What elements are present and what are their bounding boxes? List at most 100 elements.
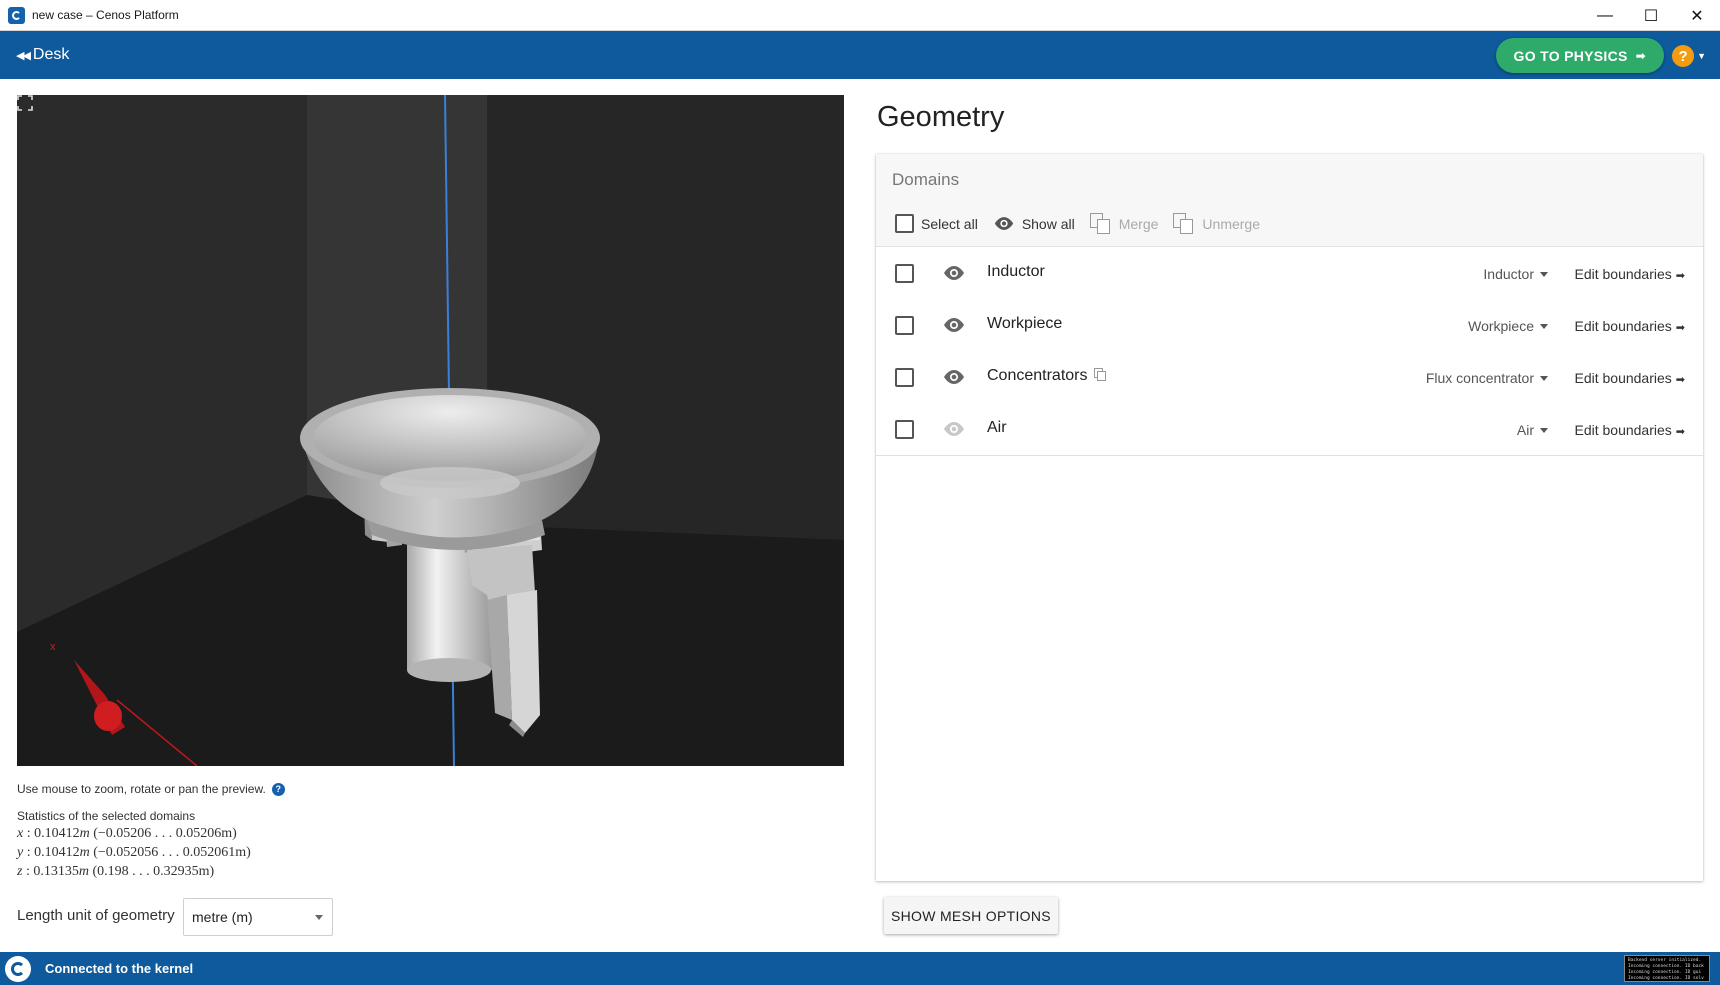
geometry-3d-viewport[interactable]: x — [17, 95, 844, 766]
window-titlebar: new case – Cenos Platform — ☐ ✕ — [0, 0, 1720, 31]
stat-z-unit: m — [78, 864, 89, 879]
domain-name: Workpiece — [987, 315, 1063, 332]
app-header: ◀◀ Desk GO TO PHYSICS ➡ ? ▼ — [0, 31, 1720, 79]
stat-x: x : 0.10412m (−0.05206 . . . 0.05206m) — [17, 826, 237, 841]
stat-y-unit: m — [79, 845, 90, 860]
domain-name: Concentrators — [987, 367, 1088, 384]
eye-icon[interactable] — [942, 369, 966, 385]
caret-down-icon — [1540, 323, 1548, 329]
help-icon: ? — [1672, 45, 1695, 67]
length-unit-label: Length unit of geometry — [17, 907, 175, 924]
unmerge-label: Unmerge — [1202, 215, 1261, 232]
domain-type-select[interactable]: Flux concentrator — [1426, 370, 1548, 386]
viewport-hint-text: Use mouse to zoom, rotate or pan the pre… — [17, 782, 266, 796]
window-title: new case – Cenos Platform — [32, 8, 179, 22]
console-line: Incoming connection. ID solv — [1628, 976, 1704, 981]
arrow-right-icon: ➡ — [1675, 270, 1685, 282]
caret-down-icon — [315, 915, 323, 920]
domain-checkbox[interactable] — [895, 420, 914, 439]
length-unit-select[interactable]: metre (m) — [183, 898, 333, 936]
domain-type-select[interactable]: Air — [1517, 422, 1548, 438]
domain-row-inductor[interactable]: Inductor Inductor Edit boundaries ➡ — [876, 247, 1703, 299]
edit-boundaries-label: Edit boundaries — [1574, 422, 1672, 438]
stat-z-length: 0.13135 — [33, 864, 79, 879]
status-bar: Connected to the kernel Backend server i… — [0, 952, 1720, 985]
cenos-app-icon — [8, 6, 25, 24]
eye-icon[interactable] — [942, 421, 966, 437]
merge-label: Merge — [1118, 215, 1159, 232]
scene-canvas: x — [17, 95, 844, 766]
select-all-button[interactable]: Select all — [895, 214, 978, 233]
caret-down-icon — [1540, 427, 1548, 433]
domain-row-concentrators[interactable]: Concentrators Flux concentrator Edit bou… — [876, 351, 1703, 403]
eye-icon[interactable] — [942, 317, 966, 333]
stat-x-axis: x — [17, 826, 24, 841]
domain-type-label: Inductor — [1483, 266, 1534, 282]
length-unit-value: metre (m) — [192, 909, 253, 925]
stat-z-range: (0.198 . . . 0.32935m) — [92, 864, 215, 879]
edit-boundaries-link[interactable]: Edit boundaries ➡ — [1574, 266, 1685, 282]
stats-title: Statistics of the selected domains — [17, 809, 196, 823]
desk-label: Desk — [32, 46, 70, 63]
domain-name: Air — [987, 419, 1007, 436]
eye-icon[interactable] — [942, 265, 966, 281]
stat-z-axis: z — [17, 864, 23, 879]
rows-divider — [876, 455, 1703, 456]
window-controls: — ☐ ✕ — [1582, 0, 1720, 31]
show-all-label: Show all — [1021, 215, 1075, 232]
stat-x-length: 0.10412 — [34, 826, 80, 841]
merge-button[interactable]: Merge — [1089, 213, 1159, 234]
desk-back-button[interactable]: ◀◀ Desk — [16, 46, 69, 64]
edit-boundaries-link[interactable]: Edit boundaries ➡ — [1574, 370, 1685, 386]
domain-row-air[interactable]: Air Air Edit boundaries ➡ — [876, 403, 1703, 455]
edit-boundaries-label: Edit boundaries — [1574, 318, 1672, 334]
domain-checkbox[interactable] — [895, 264, 914, 283]
domains-card: Domains Select all Show all Merge Unmerg… — [876, 154, 1703, 881]
arrow-right-icon: ➡ — [1635, 48, 1646, 63]
cenos-logo-icon — [5, 955, 31, 982]
unmerge-icon — [1173, 213, 1195, 234]
page-title: Geometry — [877, 101, 1005, 133]
kernel-console[interactable]: Backend server initialized. Incoming con… — [1624, 955, 1710, 982]
viewport-hint: Use mouse to zoom, rotate or pan the pre… — [17, 782, 285, 796]
minimize-button[interactable]: — — [1582, 0, 1628, 31]
go-to-physics-button[interactable]: GO TO PHYSICS ➡ — [1495, 38, 1664, 73]
help-info-icon[interactable]: ? — [271, 782, 285, 796]
domain-type-select[interactable]: Inductor — [1483, 266, 1548, 282]
domain-row-workpiece[interactable]: Workpiece Workpiece Edit boundaries ➡ — [876, 299, 1703, 351]
x-axis-label: x — [50, 641, 56, 653]
domain-type-label: Workpiece — [1468, 318, 1534, 334]
domain-type-select[interactable]: Workpiece — [1468, 318, 1548, 334]
eye-icon — [994, 217, 1013, 230]
help-menu-button[interactable]: ? ▼ — [1672, 45, 1706, 67]
fullscreen-icon[interactable] — [17, 95, 33, 111]
edit-boundaries-link[interactable]: Edit boundaries ➡ — [1574, 318, 1685, 334]
domain-checkbox[interactable] — [895, 368, 914, 387]
unmerge-button[interactable]: Unmerge — [1173, 213, 1260, 234]
domain-checkbox[interactable] — [895, 316, 914, 335]
merge-icon — [1089, 213, 1112, 234]
show-mesh-options-button[interactable]: SHOW MESH OPTIONS — [884, 897, 1058, 934]
show-all-button[interactable]: Show all — [993, 216, 1075, 232]
edit-boundaries-link[interactable]: Edit boundaries ➡ — [1574, 422, 1685, 438]
kernel-status-text: Connected to the kernel — [45, 961, 194, 976]
arrow-right-icon: ➡ — [1675, 426, 1685, 438]
edit-boundaries-label: Edit boundaries — [1574, 266, 1672, 282]
close-button[interactable]: ✕ — [1674, 0, 1720, 31]
edit-boundaries-label: Edit boundaries — [1574, 370, 1672, 386]
stat-y-length: 0.10412 — [34, 845, 80, 860]
back-arrow-icon: ◀◀ — [16, 49, 31, 62]
stat-x-range: (−0.05206 . . . 0.05206m) — [93, 826, 237, 841]
domain-name: Inductor — [987, 263, 1045, 280]
merged-domain-icon — [1093, 368, 1106, 381]
select-all-checkbox[interactable] — [895, 214, 914, 233]
caret-down-icon: ▼ — [1697, 51, 1706, 61]
domain-name-wrap: Concentrators — [987, 367, 1106, 385]
arrow-right-icon: ➡ — [1675, 374, 1685, 386]
go-to-physics-label: GO TO PHYSICS — [1513, 47, 1628, 64]
maximize-button[interactable]: ☐ — [1628, 0, 1674, 31]
stat-y: y : 0.10412m (−0.052056 . . . 0.052061m) — [17, 845, 251, 860]
stat-z: z : 0.13135m (0.198 . . . 0.32935m) — [17, 864, 215, 879]
domains-title: Domains — [892, 170, 960, 189]
domains-toolbar: Select all Show all Merge Unmerge — [895, 213, 1275, 234]
